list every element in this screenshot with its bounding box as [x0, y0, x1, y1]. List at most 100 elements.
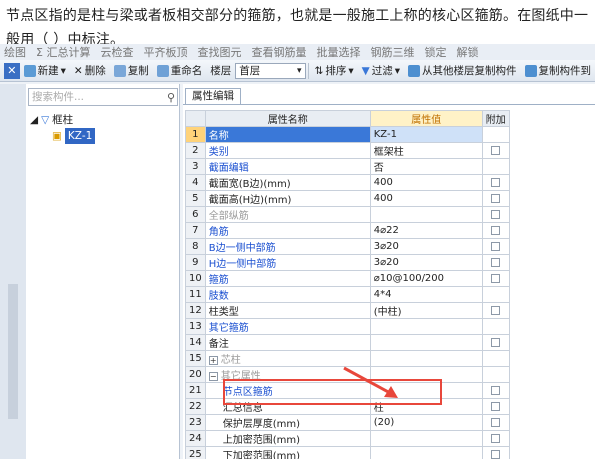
table-row[interactable]: 9 H边一侧中部筋 3⌀20 [185, 254, 510, 271]
property-name[interactable]: 名称 [204, 126, 371, 143]
property-name[interactable]: 截面编辑 [204, 158, 371, 175]
property-value[interactable]: 3⌀20 [369, 238, 483, 255]
floor-select[interactable]: 首层 [235, 62, 306, 79]
property-value[interactable]: (20) [369, 414, 483, 431]
property-name[interactable]: 其它箍筋 [204, 318, 371, 335]
property-value[interactable]: 4*4 [369, 286, 483, 303]
attach-cell [481, 446, 510, 459]
table-row[interactable]: 14 备注 [185, 334, 510, 351]
table-row[interactable]: 10 箍筋 ⌀10@100/200 [185, 270, 510, 287]
top-toolbar-item[interactable]: 批量选择 [316, 44, 360, 60]
tree-item-frame-column[interactable]: ◢ ▽ 框柱 [30, 112, 95, 128]
property-value[interactable] [369, 446, 483, 459]
property-value[interactable] [369, 206, 483, 223]
property-value[interactable]: 框架柱 [369, 142, 483, 159]
property-value[interactable]: 400 [369, 174, 483, 191]
attach-checkbox[interactable] [491, 401, 501, 411]
property-name[interactable]: 截面宽(B边)(mm) [204, 174, 371, 191]
property-value[interactable] [369, 318, 483, 335]
property-name[interactable]: 保护层厚度(mm) [204, 414, 371, 431]
copy-to-button[interactable]: 复制构件到 [521, 61, 595, 81]
attach-checkbox[interactable] [491, 177, 501, 187]
property-value[interactable]: (中柱) [369, 302, 483, 319]
table-row[interactable]: 11 肢数 4*4 [185, 286, 510, 303]
table-row[interactable]: 12 柱类型 (中柱) [185, 302, 510, 319]
attach-checkbox[interactable] [491, 209, 501, 219]
property-value[interactable] [369, 430, 483, 447]
property-name[interactable]: 截面高(H边)(mm) [204, 190, 371, 207]
delete-icon: ✕ [73, 64, 83, 77]
table-row[interactable]: 25 下加密范围(mm) [185, 446, 510, 459]
left-scrollbar[interactable] [8, 284, 18, 419]
attach-checkbox[interactable] [491, 225, 501, 235]
table-row[interactable]: 4 截面宽(B边)(mm) 400 [185, 174, 510, 191]
collapse-icon[interactable]: ◢ [30, 112, 38, 128]
attach-checkbox[interactable] [491, 417, 501, 427]
top-toolbar-item[interactable]: 平齐板顶 [143, 44, 187, 60]
close-icon[interactable]: ✕ [4, 62, 20, 79]
property-value[interactable]: 否 [369, 158, 483, 175]
collapse-icon[interactable]: − [208, 372, 218, 381]
sort-button[interactable]: ⇅ 排序 ▾ [311, 61, 358, 81]
row-number: 4 [185, 174, 206, 191]
copy-button[interactable]: 复制 [110, 61, 153, 81]
property-name[interactable]: 下加密范围(mm) [204, 446, 371, 459]
attach-checkbox[interactable] [491, 433, 501, 443]
attach-checkbox[interactable] [491, 449, 501, 459]
top-toolbar-item[interactable]: 绘图 [4, 44, 26, 60]
table-row[interactable]: 6 全部纵筋 [185, 206, 510, 223]
attach-checkbox[interactable] [491, 385, 501, 395]
property-name[interactable]: 全部纵筋 [204, 206, 371, 223]
property-name[interactable]: 角筋 [204, 222, 371, 239]
table-row[interactable]: 2 类别 框架柱 [185, 142, 510, 159]
table-row[interactable]: 8 B边一侧中部筋 3⌀20 [185, 238, 510, 255]
property-value[interactable] [369, 334, 483, 351]
property-value[interactable]: 3⌀20 [369, 254, 483, 271]
property-value[interactable]: 4⌀22 [369, 222, 483, 239]
top-toolbar-item[interactable]: Σ 汇总计算 [36, 44, 90, 60]
property-name[interactable]: 备注 [204, 334, 371, 351]
expand-icon[interactable]: + [208, 356, 218, 365]
table-row[interactable]: 7 角筋 4⌀22 [185, 222, 510, 239]
property-name[interactable]: 上加密范围(mm) [204, 430, 371, 447]
property-name[interactable]: 类别 [204, 142, 371, 159]
property-value[interactable]: 400 [369, 190, 483, 207]
filter-button[interactable]: ▼ 过滤 ▾ [358, 61, 404, 81]
attach-checkbox[interactable] [491, 241, 501, 251]
property-name[interactable]: 柱类型 [204, 302, 371, 319]
rename-button[interactable]: 重命名 [153, 61, 207, 81]
attach-checkbox[interactable] [491, 273, 501, 283]
new-button[interactable]: 新建 ▾ [20, 61, 70, 81]
property-name[interactable]: B边一侧中部筋 [204, 238, 371, 255]
property-name[interactable]: H边一侧中部筋 [204, 254, 371, 271]
attach-checkbox[interactable] [491, 145, 501, 155]
delete-button[interactable]: ✕ 删除 [70, 61, 110, 81]
top-toolbar-item[interactable]: 云检查 [100, 44, 133, 60]
table-row[interactable]: 1 名称 KZ-1 [185, 126, 510, 143]
table-row[interactable]: 23 保护层厚度(mm) (20) [185, 414, 510, 431]
table-row[interactable]: 24 上加密范围(mm) [185, 430, 510, 447]
property-value[interactable]: ⌀10@100/200 [369, 270, 483, 287]
tab-property-edit[interactable]: 属性编辑 [185, 88, 241, 104]
tree-item-kz-1[interactable]: ▣ KZ-1 [30, 128, 96, 144]
table-row[interactable]: 5 截面高(H边)(mm) 400 [185, 190, 510, 207]
copy-from-floor-button[interactable]: 从其他楼层复制构件 [404, 61, 521, 81]
attach-checkbox[interactable] [491, 257, 501, 267]
top-toolbar-item[interactable]: 锁定 [424, 44, 446, 60]
copy-to-label: 复制构件到 [538, 65, 592, 77]
attach-checkbox[interactable] [491, 193, 501, 203]
table-row[interactable]: 13 其它箍筋 [185, 318, 510, 335]
table-row[interactable]: 3 截面编辑 否 [185, 158, 510, 175]
attach-checkbox[interactable] [491, 305, 501, 315]
attach-checkbox[interactable] [491, 337, 501, 347]
search-icon[interactable]: ⚲ [167, 90, 175, 106]
top-toolbar-item[interactable]: 查看钢筋量 [251, 44, 306, 60]
attach-cell [481, 190, 510, 207]
property-name[interactable]: 肢数 [204, 286, 371, 303]
property-name[interactable]: 箍筋 [204, 270, 371, 287]
search-input[interactable]: 搜索构件... ⚲ [28, 88, 178, 106]
top-toolbar-item[interactable]: 查找图元 [197, 44, 241, 60]
property-value[interactable]: KZ-1 [369, 126, 483, 143]
top-toolbar-item[interactable]: 钢筋三维 [370, 44, 414, 60]
top-toolbar-item[interactable]: 解锁 [456, 44, 478, 60]
